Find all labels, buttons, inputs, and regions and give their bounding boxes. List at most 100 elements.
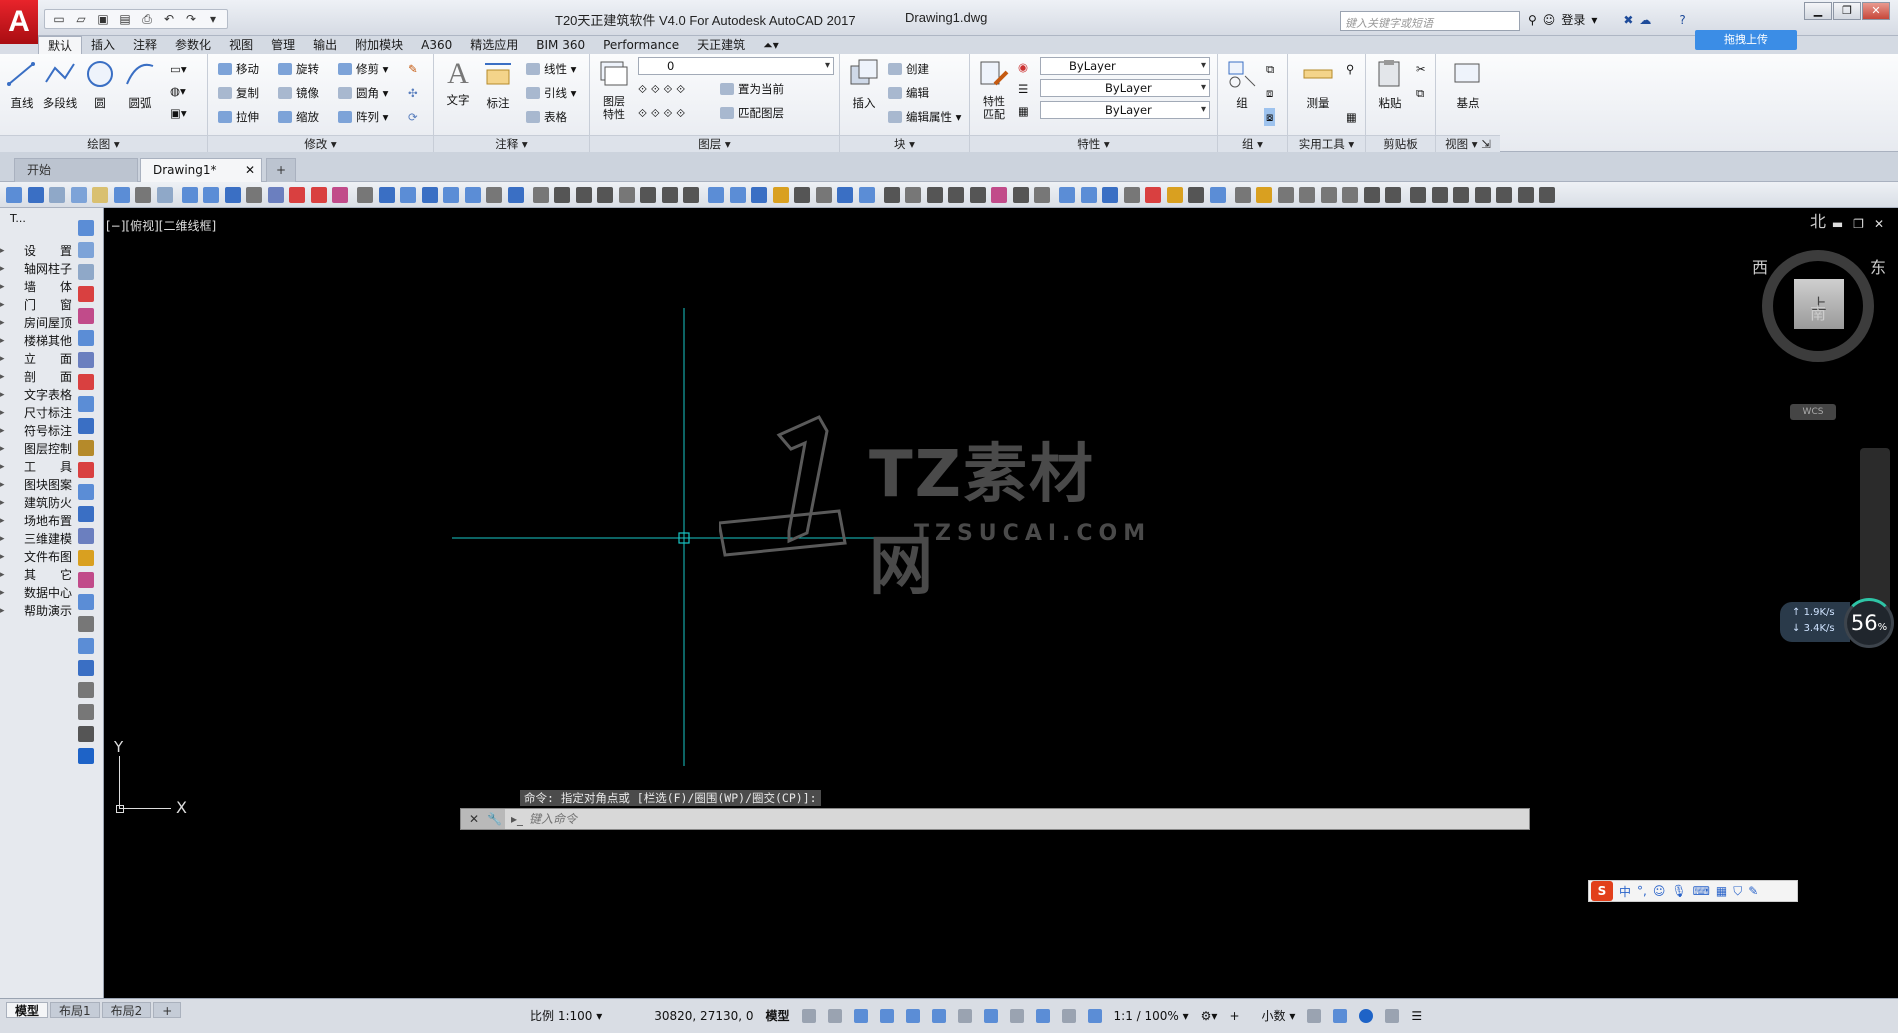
palette-tool-icon[interactable] bbox=[78, 264, 94, 280]
toolbar-tool-icon[interactable] bbox=[661, 187, 678, 203]
viewcube[interactable]: 上 北 南 西 东 bbox=[1752, 208, 1892, 408]
rectangle-tool[interactable]: ▭▾ bbox=[170, 60, 187, 78]
toolbar-tool-icon[interactable] bbox=[708, 187, 724, 203]
group-selection-icon[interactable]: ⧇ bbox=[1264, 108, 1276, 126]
toolbar-tool-icon[interactable] bbox=[135, 187, 151, 203]
a360-icon[interactable]: ☁ bbox=[1639, 13, 1651, 27]
toolbar-tool-icon[interactable] bbox=[400, 187, 416, 203]
ribbon-tab-11[interactable]: Performance bbox=[594, 36, 688, 54]
compass-east[interactable]: 东 bbox=[1870, 254, 1886, 278]
toolbar-tool-icon[interactable] bbox=[1474, 187, 1491, 203]
toolbar-tool-icon[interactable] bbox=[27, 187, 44, 203]
ribbon-tab-9[interactable]: 精选应用 bbox=[461, 36, 527, 54]
copy-tool[interactable]: 复制 bbox=[218, 84, 259, 102]
palette-tool-icon[interactable] bbox=[78, 330, 94, 346]
palette-item-19[interactable]: 数据中心 bbox=[0, 584, 74, 602]
toolbar-tool-icon[interactable] bbox=[1123, 187, 1140, 203]
palette-item-1[interactable]: 轴网柱子 bbox=[0, 260, 74, 278]
palette-item-10[interactable]: 符号标注 bbox=[0, 422, 74, 440]
toolbar-tool-icon[interactable] bbox=[1320, 187, 1337, 203]
lineweight-dropdown[interactable]: ByLayer bbox=[1040, 101, 1210, 119]
toolbar-tool-icon[interactable] bbox=[421, 187, 438, 203]
ribbon-tab-12[interactable]: 天正建筑 bbox=[688, 36, 754, 54]
palette-item-15[interactable]: 场地布置 bbox=[0, 512, 74, 530]
isolate-objects-icon[interactable] bbox=[1333, 1008, 1348, 1023]
palette-item-17[interactable]: 文件布图 bbox=[0, 548, 74, 566]
ribbon-tab-6[interactable]: 输出 bbox=[304, 36, 346, 54]
plus-icon[interactable]: + bbox=[1229, 1009, 1239, 1023]
toolbar-tool-icon[interactable] bbox=[267, 187, 284, 203]
redo-icon[interactable]: ↷ bbox=[181, 11, 201, 27]
sogou-logo-icon[interactable]: S bbox=[1591, 881, 1613, 901]
toolbar-tool-icon[interactable] bbox=[772, 187, 789, 203]
ime-skin-icon[interactable]: ▦ bbox=[1716, 884, 1727, 898]
move-tool[interactable]: 移动 bbox=[218, 60, 259, 78]
toolbar-tool-icon[interactable] bbox=[1277, 187, 1294, 203]
save-as-icon[interactable]: ▤ bbox=[115, 11, 135, 27]
palette-tool-icon[interactable] bbox=[78, 572, 94, 588]
grid-icon[interactable] bbox=[801, 1008, 816, 1023]
toolbar-tool-icon[interactable] bbox=[575, 187, 592, 203]
transparency-icon[interactable] bbox=[983, 1008, 998, 1023]
tab-layout1[interactable]: 布局1 bbox=[50, 1002, 100, 1018]
toolbar-tool-icon[interactable] bbox=[378, 187, 395, 203]
palette-tool-icon[interactable] bbox=[78, 286, 94, 302]
toolbar-tool-icon[interactable] bbox=[1299, 187, 1315, 203]
toolbar-tool-icon[interactable] bbox=[332, 187, 348, 203]
group-edit-icon[interactable]: ⧈ bbox=[1266, 84, 1273, 102]
ime-shirt-icon[interactable]: ⛉ bbox=[1733, 884, 1742, 899]
ribbon-tab-7[interactable]: 附加模块 bbox=[346, 36, 412, 54]
toolbar-tool-icon[interactable] bbox=[858, 187, 875, 203]
tab-close-icon[interactable]: ✕ bbox=[245, 159, 255, 181]
palette-item-13[interactable]: 图块图案 bbox=[0, 476, 74, 494]
ungroup-icon[interactable]: ⧉ bbox=[1266, 60, 1274, 78]
toolbar-tool-icon[interactable] bbox=[1145, 187, 1161, 203]
toolbar-tool-icon[interactable] bbox=[181, 187, 198, 203]
palette-item-16[interactable]: 三维建模 bbox=[0, 530, 74, 548]
ime-emoji-icon[interactable]: ☺ bbox=[1653, 884, 1666, 898]
clean-screen-icon[interactable] bbox=[1385, 1008, 1400, 1023]
application-menu-button[interactable]: A bbox=[0, 0, 38, 44]
line-tool[interactable]: 直线 bbox=[2, 58, 42, 111]
toolbar-tool-icon[interactable] bbox=[883, 187, 900, 203]
toolbar-tool-icon[interactable] bbox=[1102, 187, 1118, 203]
palette-tool-icon[interactable] bbox=[78, 506, 94, 522]
toolbar-tool-icon[interactable] bbox=[837, 187, 853, 203]
text-tool[interactable]: A 文字 bbox=[438, 58, 478, 108]
annotation-scale[interactable]: 1:1 / 100% ▾ bbox=[1114, 1009, 1189, 1023]
compass-south[interactable]: 南 bbox=[1810, 300, 1826, 324]
toolbar-tool-icon[interactable] bbox=[751, 187, 767, 203]
toolbar-tool-icon[interactable] bbox=[1256, 187, 1272, 203]
palette-item-9[interactable]: 尺寸标注 bbox=[0, 404, 74, 422]
palette-tool-icon[interactable] bbox=[78, 704, 94, 720]
toolbar-tool-icon[interactable] bbox=[905, 187, 921, 203]
toolbar-tool-icon[interactable] bbox=[815, 187, 832, 203]
toolbar-tool-icon[interactable] bbox=[640, 187, 656, 203]
ime-toolbar[interactable]: S 中 °, ☺ 🎙 ⌨ ▦ ⛉ ✎ bbox=[1588, 880, 1798, 902]
region-tool[interactable]: ▣▾ bbox=[170, 104, 187, 122]
toolbar-tool-icon[interactable] bbox=[1012, 187, 1029, 203]
ribbon-tab-4[interactable]: 视图 bbox=[220, 36, 262, 54]
toolbar-tool-icon[interactable] bbox=[507, 187, 524, 203]
ribbon-tab-10[interactable]: BIM 360 bbox=[527, 36, 594, 54]
insert-tool[interactable]: 插入 bbox=[844, 58, 884, 111]
leader-tool[interactable]: 引线 ▾ bbox=[526, 84, 576, 102]
explode-icon[interactable]: ✣ bbox=[408, 84, 418, 102]
toolbar-tool-icon[interactable] bbox=[224, 187, 241, 203]
search-input[interactable]: 键入关键字或短语 bbox=[1340, 11, 1520, 31]
command-input[interactable] bbox=[523, 810, 1529, 828]
toolbar-tool-icon[interactable] bbox=[203, 187, 219, 203]
trim-tool[interactable]: 修剪 ▾ bbox=[338, 60, 388, 78]
array-tool[interactable]: 阵列 ▾ bbox=[338, 108, 388, 126]
match-properties-tool[interactable]: 特性 匹配 bbox=[974, 58, 1014, 121]
toolbar-tool-icon[interactable] bbox=[1410, 187, 1426, 203]
toolbar-tool-icon[interactable] bbox=[1385, 187, 1401, 203]
toolbar-tool-icon[interactable] bbox=[683, 187, 699, 203]
undo-icon[interactable]: ↶ bbox=[159, 11, 179, 27]
erase-icon[interactable]: ✎ bbox=[408, 60, 418, 78]
toolbar-tool-icon[interactable] bbox=[597, 187, 613, 203]
palette-tool-icon[interactable] bbox=[78, 682, 94, 698]
exchange-icon[interactable]: ✖ bbox=[1623, 13, 1633, 27]
ribbon-tab-5[interactable]: 管理 bbox=[262, 36, 304, 54]
layer-properties-tool[interactable]: 图层 特性 bbox=[594, 58, 634, 121]
